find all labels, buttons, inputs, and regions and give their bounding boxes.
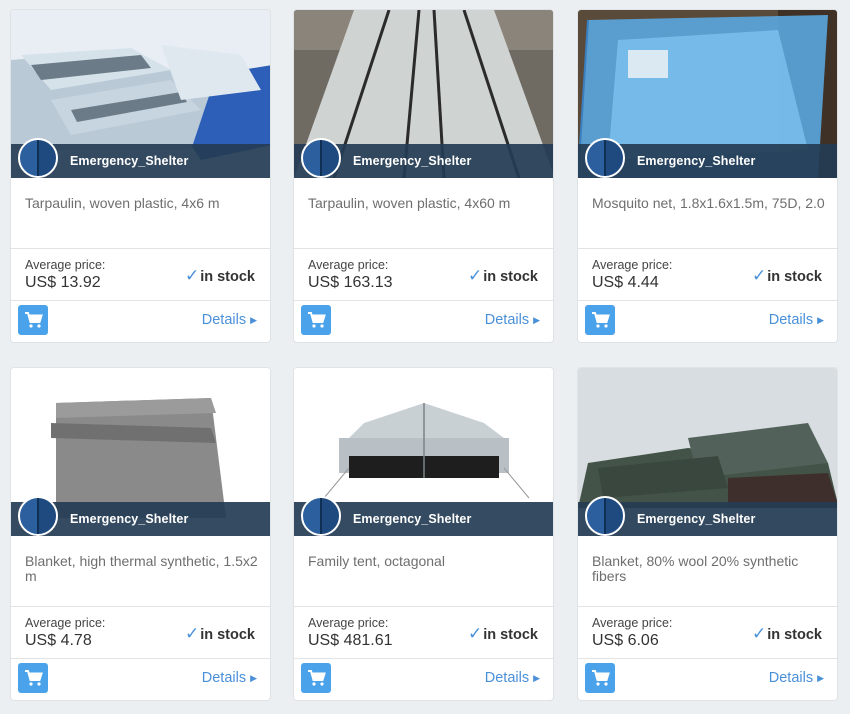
details-label: Details: [484, 312, 530, 328]
product-card[interactable]: Emergency_Shelter Blanket, 80% wool 20% …: [577, 367, 838, 701]
add-to-cart-button[interactable]: [585, 663, 615, 693]
category-label[interactable]: Emergency_Shelter: [353, 512, 471, 526]
details-link[interactable]: Details ▶: [202, 670, 257, 686]
stock-label: in stock: [767, 269, 822, 285]
details-link[interactable]: Details ▶: [202, 312, 257, 328]
price-label: Average price:: [25, 616, 106, 630]
details-label: Details: [201, 670, 247, 686]
details-link[interactable]: Details ▶: [769, 670, 824, 686]
divider: [578, 300, 837, 301]
divider: [578, 606, 837, 607]
category-badge-icon: [18, 138, 58, 178]
add-to-cart-button[interactable]: [585, 305, 615, 335]
price-value: US$ 6.06: [592, 632, 659, 649]
stock-label: in stock: [767, 627, 822, 643]
caret-right-icon: ▶: [817, 315, 824, 325]
stock-status: ✓in stock: [185, 624, 255, 644]
category-badge-icon: [18, 496, 58, 536]
shopping-cart-icon: [25, 312, 43, 328]
category-label[interactable]: Emergency_Shelter: [637, 512, 755, 526]
stock-status: ✓in stock: [185, 266, 255, 286]
price-value: US$ 13.92: [25, 274, 101, 291]
caret-right-icon: ▶: [250, 315, 257, 325]
stock-label: in stock: [483, 627, 538, 643]
price-label: Average price:: [592, 616, 673, 630]
product-card[interactable]: Emergency_Shelter Tarpaulin, woven plast…: [293, 9, 554, 343]
product-card[interactable]: Emergency_Shelter Blanket, high thermal …: [10, 367, 271, 701]
stock-label: in stock: [483, 269, 538, 285]
checkmark-icon: ✓: [467, 624, 483, 643]
product-card[interactable]: Emergency_Shelter Tarpaulin, woven plast…: [10, 9, 271, 343]
stock-status: ✓in stock: [752, 266, 822, 286]
divider: [294, 606, 553, 607]
shopping-cart-icon: [592, 670, 610, 686]
shopping-cart-icon: [25, 670, 43, 686]
stock-label: in stock: [200, 269, 255, 285]
caret-right-icon: ▶: [817, 673, 824, 683]
product-title[interactable]: Blanket, high thermal synthetic, 1.5x2 m: [25, 554, 261, 584]
stock-status: ✓in stock: [752, 624, 822, 644]
category-label[interactable]: Emergency_Shelter: [353, 154, 471, 168]
divider: [11, 658, 270, 659]
price-value: US$ 4.44: [592, 274, 659, 291]
stock-status: ✓in stock: [468, 624, 538, 644]
checkmark-icon: ✓: [751, 624, 767, 643]
details-link[interactable]: Details ▶: [485, 670, 540, 686]
divider: [11, 606, 270, 607]
price-label: Average price:: [308, 616, 389, 630]
category-badge-icon: [301, 496, 341, 536]
category-label[interactable]: Emergency_Shelter: [70, 512, 188, 526]
shopping-cart-icon: [308, 312, 326, 328]
category-label[interactable]: Emergency_Shelter: [70, 154, 188, 168]
category-badge-icon: [585, 496, 625, 536]
product-title[interactable]: Blanket, 80% wool 20% synthetic fibers: [592, 554, 828, 584]
divider: [294, 248, 553, 249]
divider: [578, 248, 837, 249]
divider: [294, 300, 553, 301]
caret-right-icon: ▶: [250, 673, 257, 683]
product-title[interactable]: Mosquito net, 1.8x1.6x1.5m, 75D, 2.0: [592, 196, 828, 211]
details-label: Details: [484, 670, 530, 686]
details-link[interactable]: Details ▶: [485, 312, 540, 328]
price-value: US$ 481.61: [308, 632, 393, 649]
shopping-cart-icon: [308, 670, 326, 686]
add-to-cart-button[interactable]: [18, 663, 48, 693]
product-card[interactable]: Emergency_Shelter Mosquito net, 1.8x1.6x…: [577, 9, 838, 343]
category-label[interactable]: Emergency_Shelter: [637, 154, 755, 168]
shopping-cart-icon: [592, 312, 610, 328]
checkmark-icon: ✓: [184, 266, 200, 285]
price-label: Average price:: [308, 258, 389, 272]
price-value: US$ 163.13: [308, 274, 393, 291]
price-label: Average price:: [592, 258, 673, 272]
divider: [11, 300, 270, 301]
checkmark-icon: ✓: [751, 266, 767, 285]
checkmark-icon: ✓: [184, 624, 200, 643]
product-title[interactable]: Tarpaulin, woven plastic, 4x60 m: [308, 196, 544, 211]
divider: [11, 248, 270, 249]
details-label: Details: [201, 312, 247, 328]
product-card[interactable]: Emergency_Shelter Family tent, octagonal…: [293, 367, 554, 701]
add-to-cart-button[interactable]: [301, 663, 331, 693]
price-label: Average price:: [25, 258, 106, 272]
details-link[interactable]: Details ▶: [769, 312, 824, 328]
stock-status: ✓in stock: [468, 266, 538, 286]
price-value: US$ 4.78: [25, 632, 92, 649]
add-to-cart-button[interactable]: [301, 305, 331, 335]
divider: [578, 658, 837, 659]
details-label: Details: [768, 670, 814, 686]
add-to-cart-button[interactable]: [18, 305, 48, 335]
product-title[interactable]: Family tent, octagonal: [308, 554, 544, 569]
category-badge-icon: [301, 138, 341, 178]
details-label: Details: [768, 312, 814, 328]
product-title[interactable]: Tarpaulin, woven plastic, 4x6 m: [25, 196, 261, 211]
caret-right-icon: ▶: [533, 673, 540, 683]
divider: [294, 658, 553, 659]
checkmark-icon: ✓: [467, 266, 483, 285]
category-badge-icon: [585, 138, 625, 178]
stock-label: in stock: [200, 627, 255, 643]
caret-right-icon: ▶: [533, 315, 540, 325]
